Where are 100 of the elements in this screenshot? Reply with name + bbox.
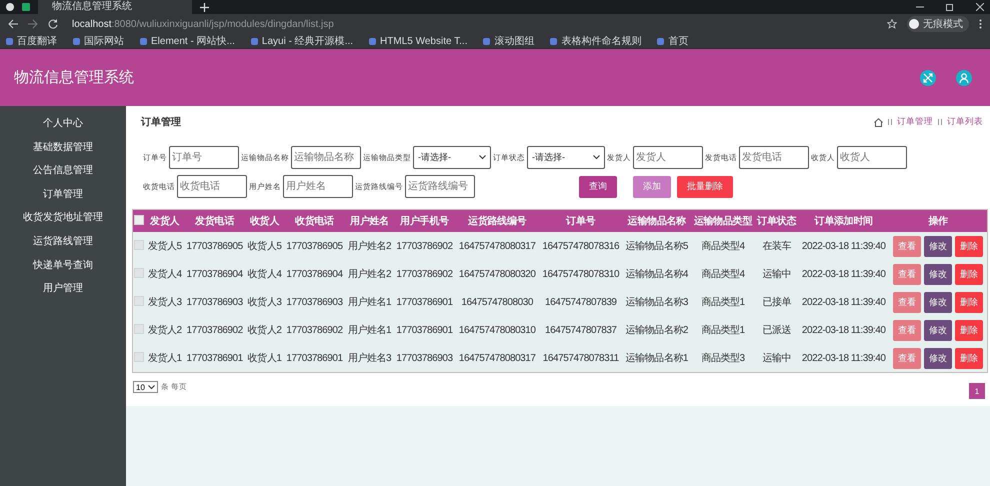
page-button[interactable]: 1 [969, 383, 985, 399]
filter-dropdown[interactable]: -请选择- [413, 146, 491, 169]
delete-button[interactable]: 删除 [955, 264, 984, 284]
column-header: 订单状态 [754, 210, 798, 232]
breadcrumb-link[interactable]: 订单列表 [947, 116, 983, 128]
table-cell: 收货人3 [246, 288, 284, 316]
table-cell: 发货人5 [146, 232, 184, 260]
table-cell: 收货人4 [246, 260, 284, 288]
browser-tab[interactable]: 物流信息管理系统 [38, 0, 192, 14]
sidebar-item[interactable]: 收货发货地址管理 [0, 206, 126, 230]
table-cell: 运输中 [754, 260, 798, 288]
filter-field[interactable]: 发货人 [633, 146, 703, 169]
column-header: 用户姓名 [345, 210, 394, 232]
table-cell: 17703786902 [284, 316, 346, 344]
delete-button[interactable]: 删除 [955, 292, 984, 312]
table-cell: 用户姓名3 [345, 344, 394, 372]
column-header: 收货人 [246, 210, 284, 232]
sidebar-item[interactable]: 基础数据管理 [0, 136, 126, 160]
star-icon[interactable] [887, 19, 897, 29]
table-cell: 17703786901 [394, 288, 456, 316]
bookmark-link[interactable]: HTML5 Website T... [369, 36, 468, 46]
shuffle-icon[interactable] [920, 70, 936, 86]
page-size-dropdown[interactable]: 10 [133, 381, 158, 393]
more-icon[interactable] [979, 19, 982, 29]
table-cell: 已接单 [754, 288, 798, 316]
edit-button[interactable]: 修改 [924, 236, 952, 256]
column-header: 收货电话 [284, 210, 346, 232]
delete-button[interactable]: 删除 [955, 236, 984, 256]
table-cell: 商品类型1 [690, 288, 755, 316]
close-icon[interactable] [976, 3, 984, 11]
new-tab-icon[interactable] [200, 2, 209, 12]
bookmark-link[interactable]: 首页 [657, 34, 688, 48]
row-checkbox[interactable] [134, 268, 144, 278]
table-cell: 17703786901 [184, 344, 246, 372]
table-cell: 164757478080317 [455, 344, 539, 372]
filter-field[interactable]: 收货人 [837, 146, 907, 169]
bookmark-link[interactable]: Layui - 经典开源模... [250, 34, 354, 48]
column-header: 操作 [889, 210, 987, 232]
table-cell: 运输物品名称1 [622, 344, 691, 372]
table-cell: 164757478080320 [455, 260, 539, 288]
table-cell: 用户姓名1 [345, 288, 394, 316]
row-checkbox[interactable] [134, 240, 144, 250]
table-cell: 运输物品名称2 [622, 316, 691, 344]
table-cell: 用户姓名1 [345, 316, 394, 344]
filter-field[interactable]: 运货路线编号 [405, 175, 475, 198]
breadcrumb-link[interactable]: 订单管理 [897, 116, 933, 128]
row-checkbox[interactable] [134, 352, 144, 362]
address-field[interactable]: localhost:8080/wuliuxinxiguanli/jsp/modules/dingdan/list.jsp [68, 18, 877, 30]
bookmark-link[interactable]: 表格构件命名规则 [550, 34, 642, 48]
table-cell: 17703786905 [184, 232, 246, 260]
table-cell: 商品类型3 [690, 344, 755, 372]
edit-button[interactable]: 修改 [924, 264, 952, 284]
filter-dropdown[interactable]: -请选择- [527, 146, 605, 169]
sidebar-item[interactable]: 个人中心 [0, 112, 126, 136]
column-header: 用户手机号 [394, 210, 456, 232]
edit-button[interactable]: 修改 [924, 348, 952, 368]
select-all-checkbox[interactable] [134, 214, 144, 224]
column-header: 订单号 [538, 210, 623, 232]
table-cell: 164757478080310 [455, 316, 539, 344]
home-icon[interactable] [874, 118, 883, 126]
sidebar-item[interactable]: 运货路线管理 [0, 230, 126, 254]
column-header: 发货电话 [184, 210, 246, 232]
table-cell: 收货人5 [246, 232, 284, 260]
search-button[interactable]: 查询 [579, 176, 617, 198]
delete-button[interactable]: 删除 [955, 348, 984, 368]
sidebar-item[interactable]: 公告信息管理 [0, 159, 126, 183]
filter-field[interactable]: 收货电话 [177, 175, 247, 198]
bookmark-link[interactable]: 百度翻译 [6, 34, 57, 48]
table-cell: 在装车 [754, 232, 798, 260]
table-cell: 17703786901 [284, 344, 346, 372]
delete-button[interactable]: 删除 [955, 320, 984, 340]
back-icon[interactable] [8, 19, 18, 29]
table-cell: 2022-03-18 11:39:40 [798, 288, 890, 316]
table-cell: 16475747807839 [538, 288, 623, 316]
caret-icon [593, 155, 600, 160]
row-checkbox[interactable] [134, 296, 144, 306]
bookmark-link[interactable]: 国际网站 [73, 34, 124, 48]
filter-field[interactable]: 运输物品名称 [291, 146, 361, 169]
profile-button[interactable]: 无痕模式 [907, 16, 969, 32]
filter-field[interactable]: 发货电话 [739, 146, 809, 169]
filter-field[interactable]: 用户姓名 [283, 175, 353, 198]
caret-icon [148, 384, 155, 390]
table-cell: 收货人1 [246, 344, 284, 372]
sidebar-item[interactable]: 订单管理 [0, 182, 126, 206]
user-icon[interactable] [956, 70, 972, 86]
edit-button[interactable]: 修改 [924, 292, 952, 312]
edit-button[interactable]: 修改 [924, 320, 952, 340]
app-title: 物流信息管理系统 [14, 68, 134, 87]
delete-button[interactable]: 批量删除 [677, 176, 733, 198]
table-cell: 发货人1 [146, 344, 184, 372]
separator-icon [888, 119, 892, 125]
restore-icon[interactable] [946, 3, 954, 11]
sidebar-item[interactable]: 快递单号查询 [0, 254, 126, 278]
bookmark-link[interactable]: 滚动图组 [483, 34, 534, 48]
reload-icon[interactable] [48, 19, 58, 29]
filter-field[interactable]: 订单号 [169, 146, 239, 169]
sidebar-item[interactable]: 用户管理 [0, 277, 126, 301]
bookmark-link[interactable]: Element - 网站快... [140, 34, 235, 48]
forward-icon[interactable] [28, 19, 38, 29]
row-checkbox[interactable] [134, 324, 144, 334]
